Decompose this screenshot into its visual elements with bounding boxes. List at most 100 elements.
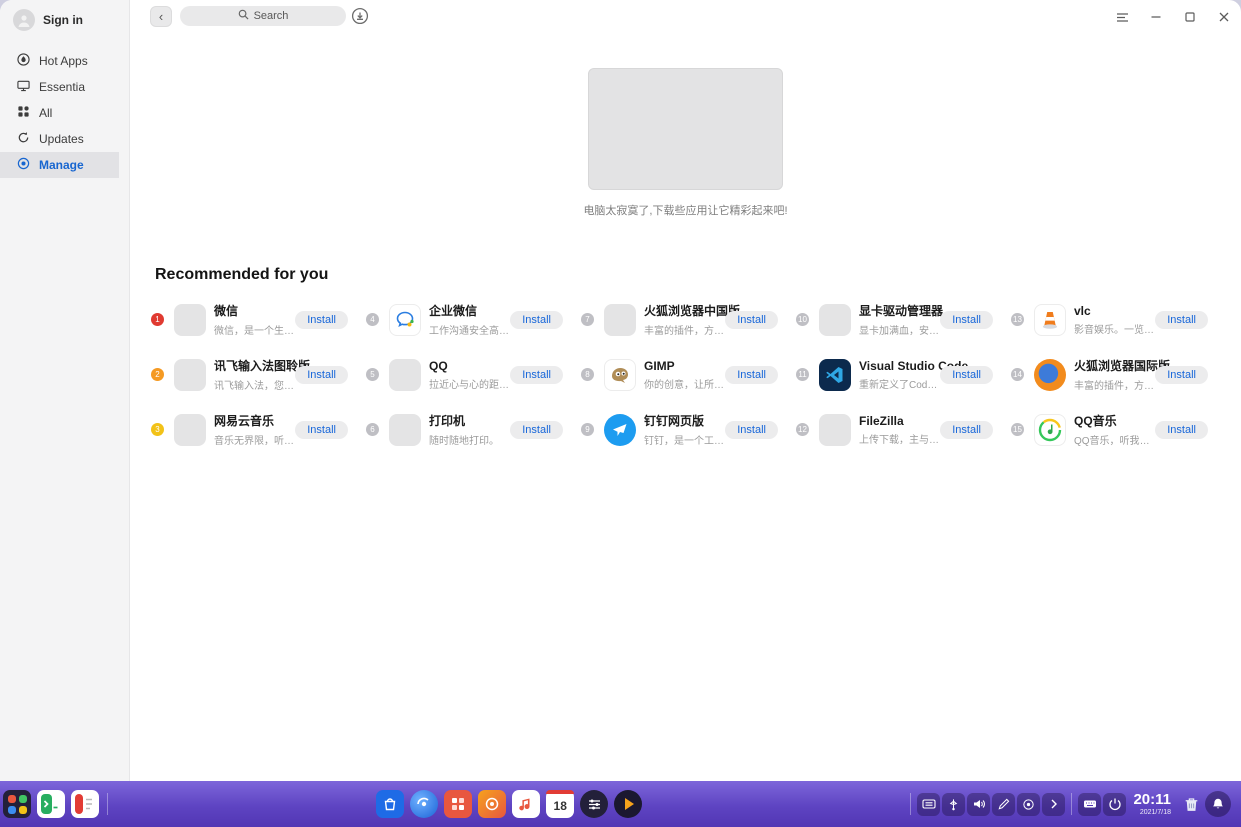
rank-badge: 7 — [581, 313, 594, 326]
onscreen-keyboard-icon[interactable] — [1078, 793, 1101, 816]
tray-expand-chevron-icon[interactable] — [1042, 793, 1065, 816]
app-card-wechat: 1 微信微信，是一个生活方… Install — [151, 292, 366, 347]
app-name[interactable]: 打印机 — [429, 412, 499, 429]
search-placeholder: Search — [254, 10, 289, 22]
install-button[interactable]: Install — [1155, 311, 1208, 329]
app-icon-placeholder — [819, 414, 851, 446]
sidebar-item-essentials[interactable]: Essentia — [0, 74, 129, 100]
app-name[interactable]: 企业微信 — [429, 302, 510, 319]
clock-date: 2021/7/18 — [1133, 809, 1171, 816]
search-input[interactable]: Search — [180, 6, 346, 26]
app-subtitle: 你的创意，让所有人… — [644, 376, 725, 391]
sidebar-item-label: Manage — [39, 158, 84, 172]
install-button[interactable]: Install — [725, 421, 778, 439]
input-method-icon[interactable] — [917, 793, 940, 816]
app-name[interactable]: 显卡驱动管理器 — [859, 302, 940, 319]
volume-icon[interactable] — [967, 793, 990, 816]
install-button[interactable]: Install — [510, 311, 563, 329]
empty-state-caption: 电脑太寂寞了,下载些应用让它精彩起来吧! — [130, 202, 1241, 218]
install-button[interactable]: Install — [725, 311, 778, 329]
browser-icon[interactable] — [410, 790, 438, 818]
clock[interactable]: 20:11 2021/7/18 — [1133, 792, 1171, 816]
trash-icon[interactable] — [1180, 793, 1203, 816]
install-button[interactable]: Install — [510, 421, 563, 439]
app-icon-placeholder — [174, 414, 206, 446]
control-center-icon[interactable] — [580, 790, 608, 818]
app-name[interactable]: 钉钉网页版 — [644, 412, 725, 429]
app-name[interactable]: 火狐浏览器国际版 — [1074, 357, 1155, 374]
rank-badge: 10 — [796, 313, 809, 326]
install-button[interactable]: Install — [295, 421, 348, 439]
app-name[interactable]: 网易云音乐 — [214, 412, 295, 429]
usb-icon[interactable] — [942, 793, 965, 816]
rank-badge: 5 — [366, 368, 379, 381]
app-card-vscode: 11 Visual Studio Code重新定义了Code编辑。 Instal… — [796, 347, 1011, 402]
install-button[interactable]: Install — [940, 311, 993, 329]
sidebar-item-updates[interactable]: Updates — [0, 126, 129, 152]
monitor-icon — [17, 79, 30, 95]
app-name[interactable]: Visual Studio Code — [859, 359, 940, 373]
vscode-icon — [819, 359, 851, 391]
app-name[interactable]: QQ音乐 — [1074, 412, 1155, 429]
app-subtitle: 随时随地打印。 — [429, 432, 499, 447]
install-button[interactable]: Install — [1155, 421, 1208, 439]
app-icon-placeholder — [819, 304, 851, 336]
maximize-icon[interactable] — [1181, 8, 1199, 26]
install-button[interactable]: Install — [725, 366, 778, 384]
app-name[interactable]: 火狐浏览器中国版 — [644, 302, 725, 319]
install-button[interactable]: Install — [295, 366, 348, 384]
rank-badge: 9 — [581, 423, 594, 436]
wechat-work-icon — [389, 304, 421, 336]
close-icon[interactable] — [1215, 8, 1233, 26]
install-button[interactable]: Install — [295, 311, 348, 329]
app-store-window: Sign in Hot Apps Essentia All Updates Ma… — [0, 0, 1241, 781]
app-name[interactable]: 讯飞输入法图聆版 — [214, 357, 295, 374]
install-button[interactable]: Install — [1155, 366, 1208, 384]
sidebar-item-hot-apps[interactable]: Hot Apps — [0, 48, 129, 74]
app-card-filezilla: 12 FileZilla上传下载，主与客的… Install — [796, 402, 1011, 457]
movie-player-icon[interactable] — [614, 790, 642, 818]
window-menu-icon[interactable] — [1113, 8, 1131, 26]
app-name[interactable]: GIMP — [644, 359, 725, 373]
sign-in-button[interactable]: Sign in — [0, 0, 129, 40]
refresh-icon — [17, 131, 30, 147]
notification-bell-icon[interactable] — [1205, 791, 1231, 817]
download-manager-icon[interactable] — [351, 7, 369, 25]
sidebar-item-all[interactable]: All — [0, 100, 129, 126]
rank-badge: 13 — [1011, 313, 1024, 326]
app-card-netease-music: 3 网易云音乐音乐无界限，听见好… Install — [151, 402, 366, 457]
image-viewer-icon[interactable] — [478, 790, 506, 818]
app-market-icon[interactable] — [444, 790, 472, 818]
app-name[interactable]: vlc — [1074, 304, 1155, 318]
install-button[interactable]: Install — [940, 366, 993, 384]
minimize-icon[interactable] — [1147, 8, 1165, 26]
play-icon — [625, 798, 634, 810]
launcher-icon[interactable] — [3, 790, 31, 818]
app-store-dock-icon[interactable] — [376, 790, 404, 818]
recorder-icon[interactable] — [1017, 793, 1040, 816]
app-subtitle: 音乐无界限，听见好… — [214, 432, 295, 447]
screenshot-pen-icon[interactable] — [992, 793, 1015, 816]
app-icon-placeholder — [389, 414, 421, 446]
app-name[interactable]: QQ — [429, 359, 510, 373]
app-card-vlc: 13 vlc影音娱乐。一览无遗。 Install — [1011, 292, 1226, 347]
sidebar-item-manage[interactable]: Manage — [0, 152, 119, 178]
editor-icon[interactable] — [71, 790, 99, 818]
power-icon[interactable] — [1103, 793, 1126, 816]
music-player-icon[interactable] — [512, 790, 540, 818]
sidebar: Sign in Hot Apps Essentia All Updates Ma… — [0, 0, 130, 781]
install-button[interactable]: Install — [510, 366, 563, 384]
terminal-icon[interactable] — [37, 790, 65, 818]
firefox-icon — [1034, 359, 1066, 391]
app-icon-placeholder — [389, 359, 421, 391]
install-button[interactable]: Install — [940, 421, 993, 439]
app-name[interactable]: FileZilla — [859, 414, 940, 428]
app-name[interactable]: 微信 — [214, 302, 295, 319]
app-subtitle: 丰富的插件，方便你… — [1074, 377, 1155, 392]
rank-badge: 11 — [796, 368, 809, 381]
back-button[interactable]: ‹ — [150, 6, 172, 27]
app-icon-placeholder — [174, 304, 206, 336]
app-card-dingtalk: 9 钉钉网页版钉钉，是一个工作方… Install — [581, 402, 796, 457]
calendar-icon[interactable]: 18 — [546, 790, 574, 818]
window-controls — [1113, 8, 1233, 26]
